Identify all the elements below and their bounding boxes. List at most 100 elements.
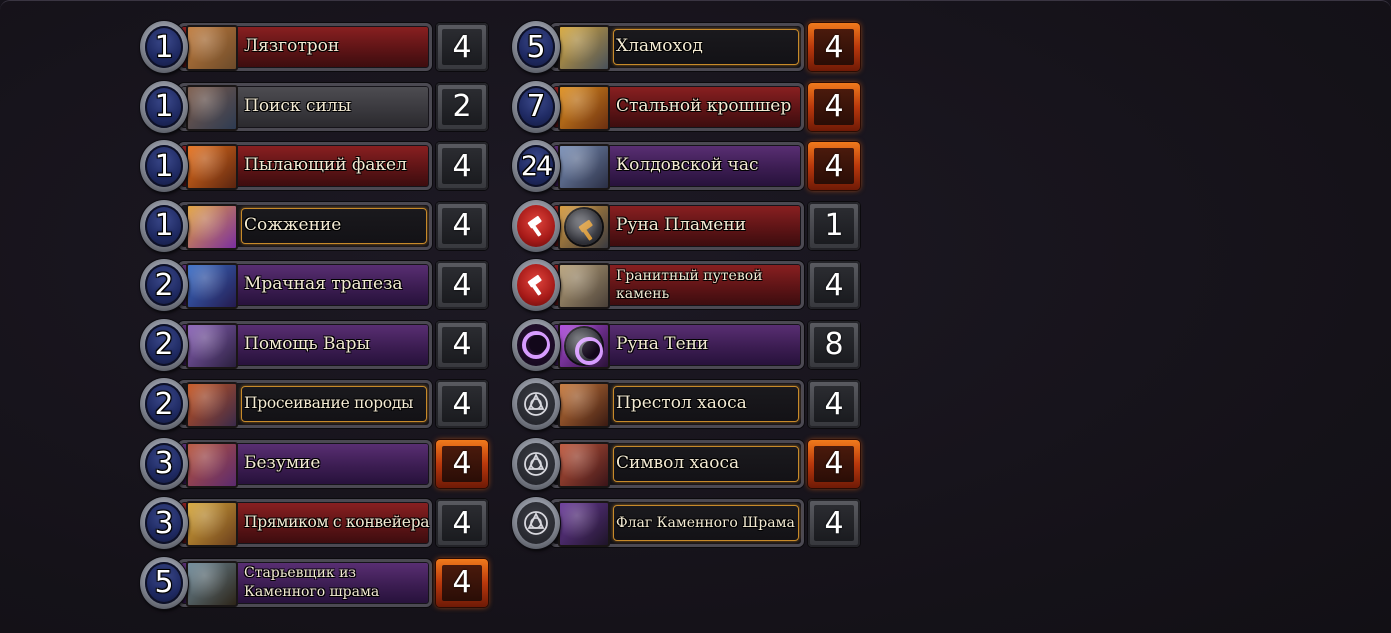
mana-cost-gem: 1: [140, 199, 188, 252]
card-name: Колдовской час: [616, 155, 759, 176]
mana-cost-value: 2: [145, 323, 183, 366]
deck-card-row[interactable]: 2 Просеивание породы 4: [140, 378, 492, 431]
deck-list-column-left: 1 Лязготрон 4 1 Поиск силы 2 1 Пылающий факел 4 1…: [140, 21, 492, 616]
card-count-value: 4: [442, 564, 482, 601]
card-count-value: 1: [814, 207, 854, 244]
card-name: Гранитный путевой камень: [616, 267, 763, 302]
card-art-thumbnail: [186, 382, 238, 428]
card-name: Поиск силы: [244, 95, 352, 116]
deck-card-row[interactable]: 24 Колдовской час 4: [512, 140, 864, 193]
rune-orb-icon: [566, 208, 602, 245]
card-name: Стальной крошшер: [616, 95, 792, 116]
card-name: Мрачная трапеза: [244, 274, 403, 295]
card-name: Прямиком с конвейера: [244, 513, 430, 532]
card-art-thumbnail: [558, 322, 610, 369]
card-art-thumbnail: [558, 25, 610, 71]
card-count-value: 4: [814, 267, 854, 303]
card-count-box: 4: [436, 142, 488, 190]
card-name: Флаг Каменного Шрама: [616, 514, 795, 531]
card-count-value: 4: [814, 29, 854, 65]
card-count-box: 4: [808, 439, 860, 488]
deck-card-row[interactable]: Символ хаоса 4: [512, 437, 864, 491]
neutral-class-icon: [512, 378, 560, 430]
card-count-value: 4: [814, 88, 854, 125]
card-art-thumbnail: [186, 560, 238, 607]
blood-rune-icon: [512, 199, 560, 252]
deck-card-row[interactable]: 5 Старьевщик из Каменного шрама 4: [140, 556, 492, 610]
card-art-thumbnail: [558, 203, 610, 250]
deck-card-row[interactable]: 1 Поиск силы 2: [140, 80, 492, 134]
rune-orb-icon: [566, 327, 603, 365]
deck-card-row[interactable]: 1 Сожжение 4: [140, 199, 492, 253]
card-count-value: 4: [814, 386, 854, 422]
card-art-thumbnail: [186, 501, 238, 547]
card-count-box: 4: [808, 380, 860, 428]
card-name: Безумие: [244, 452, 321, 473]
card-name: Лязготрон: [244, 36, 340, 57]
deck-card-row[interactable]: Руна Тени 8: [512, 318, 864, 372]
card-name: Пылающий факел: [244, 155, 407, 176]
card-art-thumbnail: [186, 441, 238, 488]
mana-cost-gem: 7: [512, 80, 560, 133]
mana-cost-gem: 2: [140, 378, 188, 430]
card-name: Руна Пламени: [616, 214, 747, 235]
blood-rune-icon: [512, 259, 560, 311]
card-count-box: 4: [436, 558, 488, 607]
card-name: Руна Тени: [616, 333, 709, 354]
mana-cost-gem: 1: [140, 80, 188, 133]
deck-card-row[interactable]: 3 Безумие 4: [140, 437, 492, 491]
deck-card-row[interactable]: 2 Помощь Вары 4: [140, 318, 492, 372]
deck-list-column-right: 5 Хламоход 4 7 Стальной крошшер 4 24 Колдовской…: [512, 21, 864, 557]
mana-cost-gem: 2: [140, 318, 188, 371]
card-name: Просеивание породы: [244, 394, 414, 413]
deck-card-row[interactable]: Руна Пламени 1: [512, 199, 864, 253]
card-count-box: 4: [808, 499, 860, 547]
card-count-box: 4: [808, 261, 860, 309]
card-art-thumbnail: [186, 144, 238, 190]
card-count-value: 8: [814, 326, 854, 363]
mana-cost-value: 3: [145, 442, 183, 485]
deck-card-row[interactable]: 1 Пылающий факел 4: [140, 140, 492, 193]
mana-cost-value: 1: [145, 204, 183, 247]
neutral-class-icon: [512, 437, 560, 490]
card-name: Символ хаоса: [616, 452, 740, 473]
mana-cost-value: 1: [145, 145, 183, 187]
card-art-thumbnail: [186, 322, 238, 369]
card-art-thumbnail: [558, 501, 610, 547]
card-count-value: 4: [442, 29, 482, 65]
card-count-box: 8: [808, 320, 860, 369]
card-count-value: 4: [814, 148, 854, 184]
mana-cost-gem: 24: [512, 140, 560, 192]
deck-card-row[interactable]: Гранитный путевой камень 4: [512, 259, 864, 312]
mana-cost-gem: 5: [140, 556, 188, 609]
card-count-value: 4: [814, 445, 854, 482]
card-art-thumbnail: [558, 441, 610, 488]
card-count-value: 2: [442, 88, 482, 125]
mana-cost-value: 24: [517, 145, 555, 187]
card-art-thumbnail: [186, 203, 238, 250]
mana-cost-value: 1: [145, 85, 183, 128]
card-count-value: 4: [814, 505, 854, 541]
card-count-box: 4: [808, 82, 860, 131]
deck-card-row[interactable]: 7 Стальной крошшер 4: [512, 80, 864, 134]
card-count-value: 4: [442, 267, 482, 303]
mana-cost-gem: 1: [140, 21, 188, 73]
card-count-box: 4: [436, 201, 488, 250]
card-art-thumbnail: [186, 263, 238, 309]
card-count-box: 4: [436, 320, 488, 369]
mana-cost-value: 7: [517, 85, 555, 128]
mana-cost-gem: 3: [140, 497, 188, 549]
deck-card-row[interactable]: Флаг Каменного Шрама 4: [512, 497, 864, 550]
card-count-box: 4: [808, 142, 860, 190]
deck-card-row[interactable]: 1 Лязготрон 4: [140, 21, 492, 74]
card-count-value: 4: [442, 386, 482, 422]
card-name: Сожжение: [244, 214, 342, 235]
mana-cost-gem: 3: [140, 437, 188, 490]
deck-card-row[interactable]: Престол хаоса 4: [512, 378, 864, 431]
card-count-value: 4: [442, 148, 482, 184]
deck-card-row[interactable]: 2 Мрачная трапеза 4: [140, 259, 492, 312]
card-art-thumbnail: [186, 25, 238, 71]
deck-card-row[interactable]: 5 Хламоход 4: [512, 21, 864, 74]
deck-card-row[interactable]: 3 Прямиком с конвейера 4: [140, 497, 492, 550]
mana-cost-value: 1: [145, 26, 183, 68]
